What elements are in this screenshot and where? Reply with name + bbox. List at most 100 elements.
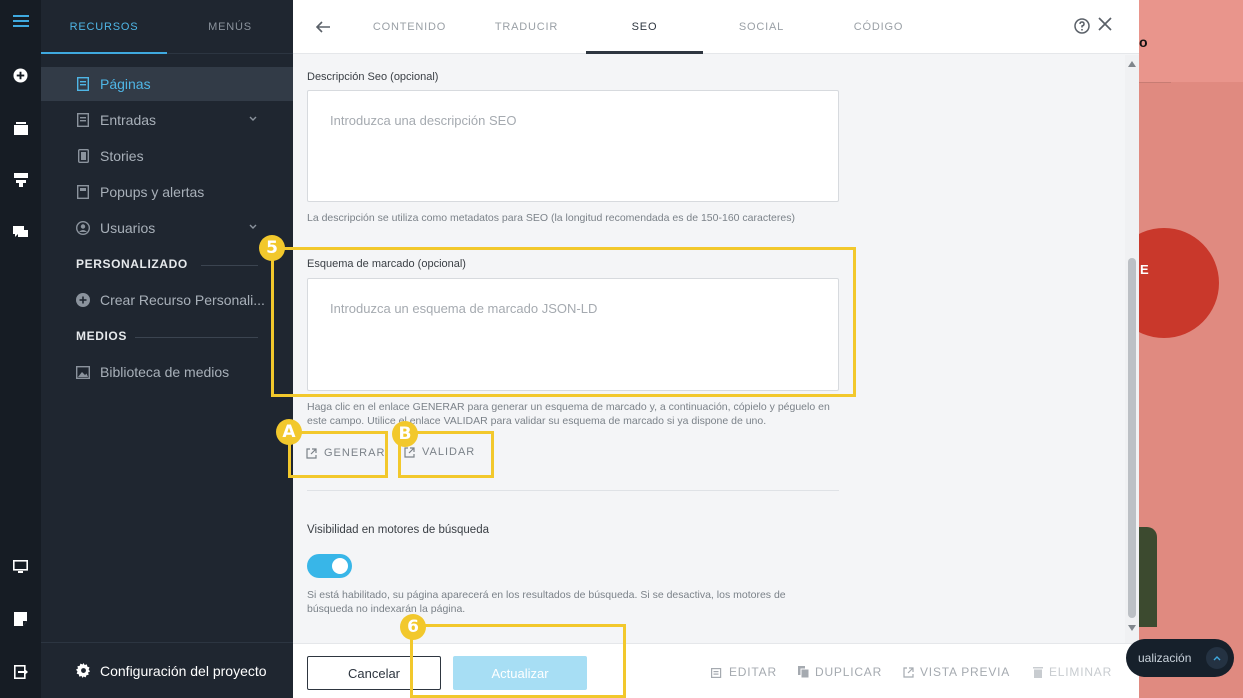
schema-markup-field[interactable] (307, 278, 839, 391)
back-arrow-icon[interactable] (311, 15, 335, 39)
tab-menus[interactable]: MENÚS (167, 0, 293, 54)
sidebar-item-usuarios[interactable]: Usuarios (41, 211, 293, 245)
search-visibility-help: Si está habilitado, su página aparecerá … (307, 589, 786, 615)
panel-header: CONTENIDO TRADUCIR SEO SOCIAL CÓDIGO (293, 0, 1139, 54)
preview-button[interactable]: VISTA PREVIA (903, 665, 1010, 679)
preview-circle (1139, 228, 1219, 338)
generate-link[interactable]: GENERAR (306, 447, 385, 459)
close-icon[interactable] (1097, 16, 1113, 37)
site-preview: o E (1139, 0, 1243, 698)
delete-button[interactable]: ELIMINAR (1033, 665, 1112, 679)
help-icon[interactable] (1074, 18, 1090, 39)
add-circle-icon (76, 293, 90, 307)
sidebar-item-label: Páginas (100, 76, 151, 92)
scrollbar-thumb[interactable] (1128, 258, 1136, 618)
scroll-down-arrow-icon[interactable] (1128, 625, 1136, 631)
sidebar-item-entradas[interactable]: Entradas (41, 103, 293, 137)
preview-image (1139, 527, 1157, 627)
annotation-badge-5: 5 (259, 235, 285, 261)
seo-description-field[interactable] (307, 90, 839, 202)
toggle-knob (332, 558, 348, 574)
add-circle-icon[interactable] (0, 58, 41, 92)
sidebar-item-biblioteca[interactable]: Biblioteca de medios (41, 355, 293, 389)
hamburger-menu-icon[interactable] (0, 4, 41, 38)
preview-circle-text: E (1140, 262, 1149, 277)
schema-markup-help: Haga clic en el enlace GENERAR para gene… (307, 401, 830, 427)
preview-divider (1139, 82, 1171, 83)
sidebar-item-paginas[interactable]: Páginas (41, 67, 293, 101)
sidebar-item-label: Biblioteca de medios (100, 364, 230, 380)
project-settings-label: Configuración del proyecto (100, 662, 267, 679)
cancel-button[interactable]: Cancelar (307, 656, 441, 690)
image-icon (76, 365, 90, 379)
seo-form: Descripción Seo (opcional) La descripció… (293, 55, 1125, 643)
annotation-badge-6: 6 (400, 614, 426, 640)
page-icon (76, 77, 90, 91)
divider (307, 490, 839, 491)
page-settings-panel: CONTENIDO TRADUCIR SEO SOCIAL CÓDIGO Des… (293, 0, 1139, 698)
seo-description-label: Descripción Seo (opcional) (307, 71, 439, 83)
search-visibility-toggle[interactable] (307, 554, 352, 578)
tab-recursos[interactable]: RECURSOS (41, 0, 167, 54)
chevron-down-icon[interactable] (249, 116, 257, 122)
update-pill-button[interactable]: ualización (1126, 639, 1234, 677)
tab-social[interactable]: SOCIAL (703, 0, 820, 54)
external-link-icon (404, 446, 415, 458)
edit-icon (711, 667, 722, 678)
icon-rail (0, 0, 41, 698)
sidebar-item-stories[interactable]: Stories (41, 139, 293, 173)
scrollbar[interactable] (1125, 55, 1139, 643)
logout-icon[interactable] (0, 655, 41, 689)
note-icon[interactable] (0, 602, 41, 636)
schema-markup-label: Esquema de marcado (opcional) (307, 258, 466, 270)
search-visibility-label: Visibilidad en motores de búsqueda (307, 524, 489, 536)
edit-button[interactable]: EDITAR (711, 665, 777, 679)
duplicate-icon (798, 666, 809, 678)
popup-icon (76, 185, 90, 199)
update-pill-label: ualización (1138, 651, 1192, 665)
desktop-icon[interactable] (0, 550, 41, 584)
active-tab-indicator (41, 52, 167, 54)
tab-codigo[interactable]: CÓDIGO (820, 0, 937, 54)
sidebar-item-label: Usuarios (100, 220, 156, 236)
gear-icon (76, 663, 91, 678)
tab-traducir[interactable]: TRADUCIR (468, 0, 585, 54)
trash-icon (1033, 667, 1043, 678)
duplicate-button[interactable]: DUPLICAR (798, 665, 882, 679)
update-button[interactable]: Actualizar (453, 656, 587, 690)
scroll-up-arrow-icon[interactable] (1128, 61, 1136, 67)
duplicate-label: DUPLICAR (815, 665, 883, 679)
layers-icon[interactable] (0, 111, 41, 145)
sidebar-item-label: Stories (100, 148, 144, 164)
story-icon (76, 149, 90, 163)
validate-label: VALIDAR (422, 446, 476, 458)
sidebar-item-label: Popups y alertas (100, 184, 205, 200)
blocks-icon[interactable] (0, 163, 41, 197)
sidebar-item-label: Crear Recurso Personali... (100, 292, 265, 308)
tab-seo[interactable]: SEO (586, 0, 703, 54)
chat-icon[interactable] (0, 216, 41, 250)
generate-label: GENERAR (324, 447, 386, 459)
external-link-icon (903, 666, 914, 678)
section-personalizado: PERSONALIZADO (76, 257, 188, 271)
delete-label: ELIMINAR (1049, 665, 1113, 679)
seo-description-help: La descripción se utiliza como metadatos… (307, 212, 795, 224)
active-tab-indicator (586, 51, 703, 54)
panel-footer: Cancelar Actualizar EDITAR DUPLICAR VIST… (293, 643, 1139, 698)
project-settings-button[interactable]: Configuración del proyecto (41, 642, 293, 698)
user-icon (76, 221, 90, 235)
preview-logo-fragment: o (1139, 34, 1148, 50)
chevron-down-icon[interactable] (249, 224, 257, 230)
section-medios: MEDIOS (76, 329, 127, 343)
sidebar-item-label: Entradas (100, 112, 157, 128)
preview-header (1139, 0, 1243, 82)
edit-label: EDITAR (729, 665, 777, 679)
post-icon (76, 113, 90, 127)
validate-link[interactable]: VALIDAR (404, 446, 475, 458)
sidebar-item-popups[interactable]: Popups y alertas (41, 175, 293, 209)
sidebar-item-crear-recurso[interactable]: Crear Recurso Personali... (41, 283, 293, 317)
chevron-up-icon[interactable] (1206, 647, 1228, 669)
preview-label: VISTA PREVIA (920, 665, 1011, 679)
tab-contenido[interactable]: CONTENIDO (351, 0, 468, 54)
divider (201, 265, 258, 266)
